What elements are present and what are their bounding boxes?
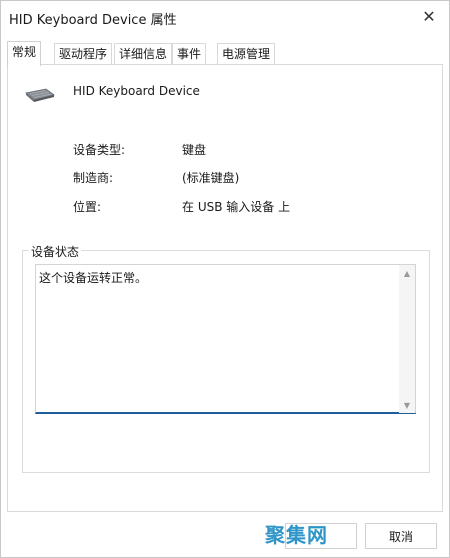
tab-details[interactable]: 详细信息	[114, 43, 173, 65]
device-status-textbox[interactable]: 这个设备运转正常。 ▲ ▼	[35, 264, 416, 414]
device-status-text: 这个设备运转正常。	[39, 271, 148, 285]
close-icon: ✕	[422, 6, 436, 26]
device-status-group: 设备状态 这个设备运转正常。 ▲ ▼	[22, 243, 430, 473]
location-label: 位置:	[73, 200, 102, 214]
keyboard-icon	[25, 88, 55, 102]
cancel-button[interactable]: 取消	[365, 523, 437, 549]
properties-dialog: HID Keyboard Device 属性 ✕ 常规 驱动程序 详细信息 事件…	[0, 0, 450, 558]
window-title: HID Keyboard Device 属性	[9, 13, 177, 28]
close-button[interactable]: ✕	[409, 1, 449, 31]
tab-general[interactable]: 常规	[7, 41, 42, 66]
site-watermark: 聚集网	[265, 523, 328, 547]
scroll-up-arrow-icon[interactable]: ▲	[399, 265, 415, 281]
device-name: HID Keyboard Device	[73, 84, 200, 98]
location-value: 在 USB 输入设备 上	[182, 200, 291, 214]
device-type-value: 键盘	[182, 143, 207, 157]
manufacturer-value: (标准键盘)	[182, 171, 240, 185]
device-status-legend: 设备状态	[29, 243, 82, 260]
tab-strip: 常规 驱动程序 详细信息 事件 电源管理	[7, 41, 443, 66]
tab-power-management[interactable]: 电源管理	[217, 43, 276, 65]
manufacturer-label: 制造商:	[73, 171, 114, 185]
device-type-label: 设备类型:	[73, 143, 126, 157]
tab-events[interactable]: 事件	[172, 43, 207, 65]
tab-driver[interactable]: 驱动程序	[54, 43, 113, 65]
title-bar: HID Keyboard Device 属性 ✕	[1, 1, 449, 33]
status-scrollbar[interactable]: ▲ ▼	[399, 265, 415, 413]
scroll-down-arrow-icon[interactable]: ▼	[399, 397, 415, 413]
general-panel: HID Keyboard Device 设备类型: 键盘 制造商: (标准键盘)…	[7, 64, 443, 512]
